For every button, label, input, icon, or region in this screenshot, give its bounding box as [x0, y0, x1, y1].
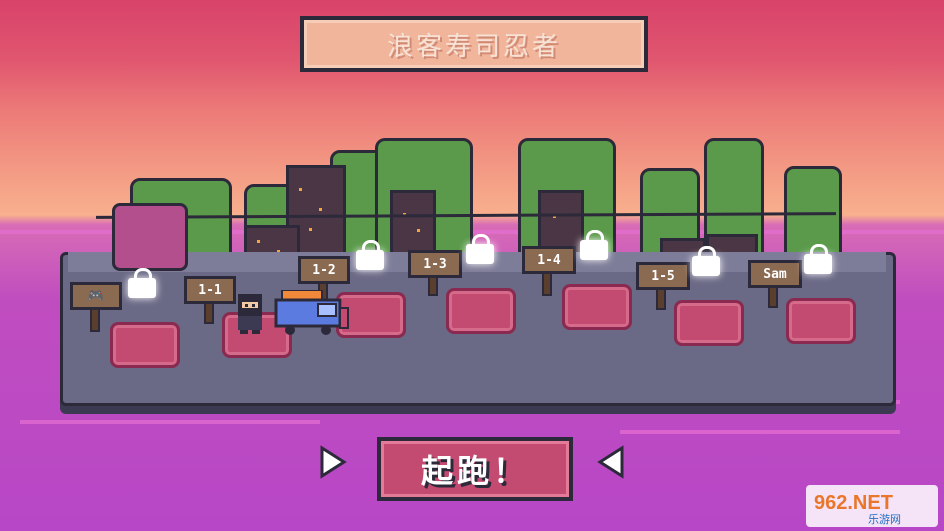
ninja-character: [238, 294, 262, 334]
start-button[interactable]: 起跑！: [377, 437, 573, 501]
level-sign-1-1[interactable]: 1-1: [184, 276, 236, 304]
watermark-logo: 962.NET 乐游网: [806, 485, 938, 527]
controller-icon: 🎮: [87, 288, 105, 304]
title-banner: 浪客寿司忍者: [300, 16, 648, 72]
lock-icon: [128, 268, 156, 298]
level-pad[interactable]: [674, 300, 744, 346]
level-pad[interactable]: [446, 288, 516, 334]
lock-icon: [692, 246, 720, 276]
level-pad[interactable]: [110, 322, 180, 368]
lock-icon: [466, 234, 494, 264]
start-button-label: 起跑！: [420, 452, 529, 490]
game-title: 浪客寿司忍者: [386, 31, 561, 62]
home-house: [112, 203, 188, 271]
svg-text:乐游网: 乐游网: [868, 513, 901, 526]
lock-icon: [580, 230, 608, 260]
lock-icon: [356, 240, 384, 270]
level-sign-1-5[interactable]: 1-5: [636, 262, 690, 290]
level-sign-1-2[interactable]: 1-2: [298, 256, 350, 284]
arrow-left-icon[interactable]: [596, 444, 626, 480]
svg-text:962.NET: 962.NET: [814, 492, 893, 514]
level-pad[interactable]: [562, 284, 632, 330]
building: [390, 190, 436, 256]
sea-stripe: [620, 430, 900, 434]
level-sign-1-3[interactable]: 1-3: [408, 250, 462, 278]
level-sign-sam[interactable]: Sam: [748, 260, 802, 288]
sea-stripe: [20, 420, 320, 424]
sushi-truck: [274, 290, 349, 335]
arrow-right-icon[interactable]: [318, 444, 348, 480]
level-sign-1-4[interactable]: 1-4: [522, 246, 576, 274]
level-pad[interactable]: [786, 298, 856, 344]
controller-sign: 🎮: [70, 282, 122, 310]
game-scene: 🎮 1-1 1-2 1-3 1-4 1-5 Sam 浪客寿司忍者 起跑！ 962…: [0, 0, 944, 531]
lock-icon: [804, 244, 832, 274]
